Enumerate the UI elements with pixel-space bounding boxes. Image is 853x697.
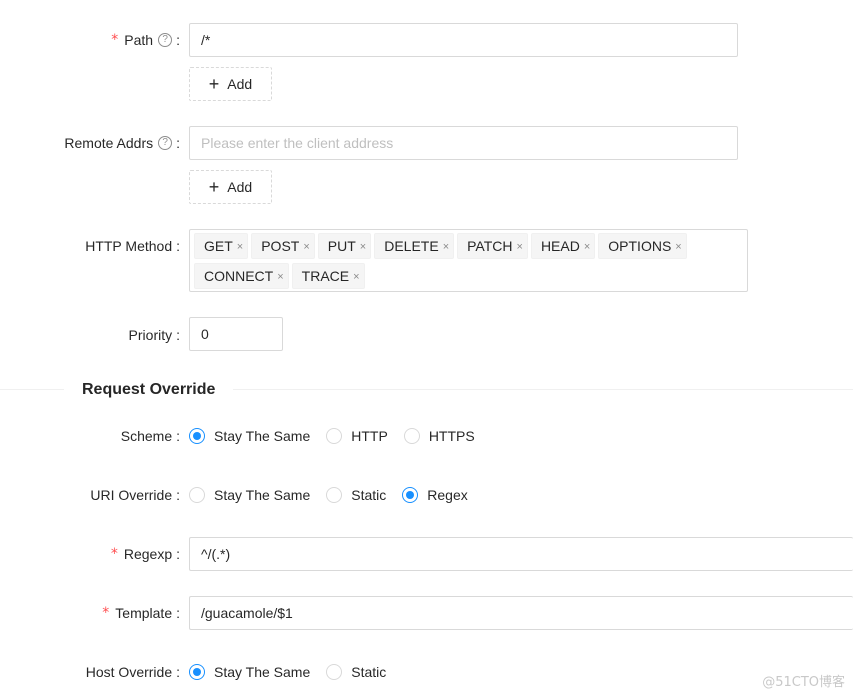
method-tag-options: OPTIONS ×: [598, 233, 687, 259]
method-tag-post: POST ×: [251, 233, 315, 259]
host-option-static[interactable]: Static: [326, 664, 386, 680]
radio-icon: [326, 664, 343, 680]
host-override-label: Host Override:: [85, 664, 180, 680]
radio-icon: [326, 487, 343, 503]
method-tag-put: PUT ×: [317, 233, 372, 259]
path-label: * Path ?:: [111, 32, 180, 48]
template-label: * Template:: [102, 605, 180, 621]
host-option-stay-the-same[interactable]: Stay The Same: [189, 664, 310, 680]
radio-checked-icon: [189, 428, 205, 444]
request-override-title: Request Override: [64, 379, 234, 401]
close-icon[interactable]: ×: [353, 269, 359, 283]
priority-label: Priority:: [128, 327, 180, 343]
plus-icon: +: [208, 177, 220, 197]
remote-addrs-input[interactable]: Please enter the client address: [189, 126, 738, 160]
required-mark: *: [110, 546, 118, 562]
scheme-radio-group: Stay The Same HTTP HTTPS: [189, 426, 491, 446]
method-tag-head: HEAD ×: [530, 233, 596, 259]
regexp-input[interactable]: ^/(.*): [189, 537, 853, 571]
uri-option-regex[interactable]: Regex: [402, 487, 468, 503]
plus-icon: +: [208, 74, 220, 94]
path-input[interactable]: /*: [189, 23, 738, 57]
add-remote-addr-label: Add: [227, 179, 253, 195]
required-mark: *: [111, 32, 119, 48]
radio-icon: [326, 428, 343, 444]
scheme-option-https[interactable]: HTTPS: [403, 428, 475, 444]
http-method-label-text: HTTP Method: [85, 238, 173, 254]
watermark: @51CTO博客: [762, 675, 845, 690]
host-override-label-text: Host Override: [85, 664, 173, 680]
close-icon[interactable]: ×: [517, 239, 523, 253]
template-input[interactable]: /guacamole/$1: [189, 596, 853, 630]
host-override-radio-group: Stay The Same Static: [189, 662, 402, 682]
question-circle-icon[interactable]: ?: [158, 33, 173, 47]
close-icon[interactable]: ×: [237, 239, 243, 253]
close-icon[interactable]: ×: [277, 269, 283, 283]
uri-override-radio-group: Stay The Same Static Regex: [189, 485, 484, 505]
regexp-label-text: Regexp: [123, 546, 173, 562]
remote-addrs-label-text: Remote Addrs: [64, 135, 154, 151]
scheme-label: Scheme:: [120, 428, 180, 444]
scheme-option-stay-the-same[interactable]: Stay The Same: [189, 428, 310, 444]
remote-addrs-label: Remote Addrs ?:: [64, 135, 180, 151]
close-icon[interactable]: ×: [303, 239, 309, 253]
priority-label-text: Priority: [128, 327, 173, 343]
uri-override-label: URI Override:: [90, 487, 180, 503]
http-method-select[interactable]: GET × POST × PUT × DELETE × PATCH × HEAD × OPT…: [189, 229, 748, 292]
radio-icon: [403, 428, 420, 444]
add-path-label: Add: [227, 76, 253, 92]
priority-input[interactable]: 0: [189, 317, 283, 351]
close-icon[interactable]: ×: [360, 239, 366, 253]
scheme-option-http[interactable]: HTTP: [326, 428, 388, 444]
required-mark: *: [102, 605, 110, 621]
regexp-label: * Regexp:: [110, 546, 180, 562]
method-tag-connect: CONNECT ×: [194, 263, 289, 289]
uri-option-stay-the-same[interactable]: Stay The Same: [189, 487, 310, 503]
method-tag-patch: PATCH ×: [457, 233, 528, 259]
http-method-label: HTTP Method:: [85, 238, 180, 254]
add-remote-addr-button[interactable]: + Add: [189, 170, 272, 204]
close-icon[interactable]: ×: [675, 239, 681, 253]
path-label-text: Path: [124, 32, 154, 48]
radio-checked-icon: [402, 487, 419, 503]
radio-checked-icon: [189, 664, 205, 680]
close-icon[interactable]: ×: [443, 239, 449, 253]
radio-icon: [189, 487, 205, 503]
close-icon[interactable]: ×: [584, 239, 590, 253]
method-tag-get: GET ×: [194, 233, 249, 259]
method-tag-trace: TRACE ×: [291, 263, 365, 289]
template-label-text: Template: [115, 605, 173, 621]
question-circle-icon[interactable]: ?: [158, 136, 173, 150]
uri-option-static[interactable]: Static: [326, 487, 386, 503]
add-path-button[interactable]: + Add: [189, 67, 272, 101]
method-tag-delete: DELETE ×: [374, 233, 455, 259]
uri-override-label-text: URI Override: [90, 487, 173, 503]
scheme-label-text: Scheme: [120, 428, 173, 444]
